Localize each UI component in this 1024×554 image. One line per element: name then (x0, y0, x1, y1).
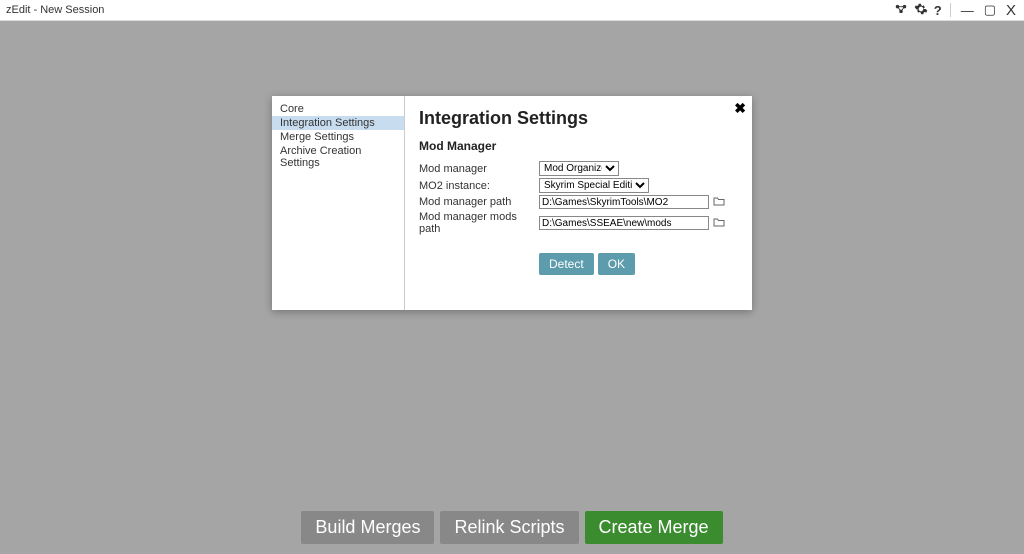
titlebar-controls: ? — ▢ X (894, 2, 1018, 19)
row-mo2-instance: MO2 instance: Skyrim Special Edition NEW (419, 178, 738, 193)
row-mod-manager: Mod manager Mod Organizer 2 (419, 161, 738, 176)
settings-sidebar: Core Integration Settings Merge Settings… (272, 96, 405, 310)
extensions-icon[interactable] (894, 2, 908, 19)
ok-button[interactable]: OK (598, 253, 635, 275)
separator (950, 3, 951, 17)
button-row: Detect OK (539, 253, 738, 275)
detect-button[interactable]: Detect (539, 253, 594, 275)
sidebar-item-merge[interactable]: Merge Settings (272, 130, 404, 144)
mods-path-label: Mod manager mods path (419, 211, 539, 235)
section-title: Mod Manager (419, 139, 738, 153)
settings-content: Integration Settings Mod Manager Mod man… (405, 96, 752, 310)
row-manager-path: Mod manager path (419, 195, 738, 209)
settings-modal: ✖ Core Integration Settings Merge Settin… (272, 96, 752, 310)
close-icon[interactable]: ✖ (734, 100, 746, 117)
folder-icon[interactable] (713, 196, 725, 209)
sidebar-item-integration[interactable]: Integration Settings (272, 116, 404, 130)
app-title: zEdit - New Session (6, 4, 894, 16)
folder-icon[interactable] (713, 217, 725, 230)
gear-icon[interactable] (914, 2, 928, 19)
mo2-instance-select[interactable]: Skyrim Special Edition NEW (539, 178, 649, 193)
bottom-bar: Build Merges Relink Scripts Create Merge (0, 504, 1024, 554)
titlebar: zEdit - New Session ? — ▢ X (0, 0, 1024, 21)
build-merges-button[interactable]: Build Merges (301, 511, 434, 544)
relink-scripts-button[interactable]: Relink Scripts (440, 511, 578, 544)
mo2-instance-label: MO2 instance: (419, 180, 539, 192)
sidebar-item-core[interactable]: Core (272, 102, 404, 116)
sidebar-item-archive[interactable]: Archive Creation Settings (272, 144, 404, 170)
close-window-button[interactable]: X (1004, 2, 1018, 19)
settings-title: Integration Settings (419, 108, 738, 129)
row-mods-path: Mod manager mods path (419, 211, 738, 235)
minimize-button[interactable]: — (959, 3, 976, 18)
manager-path-label: Mod manager path (419, 196, 539, 208)
main-area: ✖ Core Integration Settings Merge Settin… (0, 21, 1024, 504)
mod-manager-label: Mod manager (419, 163, 539, 175)
help-icon[interactable]: ? (934, 3, 942, 18)
manager-path-input[interactable] (539, 195, 709, 209)
mod-manager-select[interactable]: Mod Organizer 2 (539, 161, 619, 176)
maximize-button[interactable]: ▢ (982, 2, 998, 18)
mods-path-input[interactable] (539, 216, 709, 230)
create-merge-button[interactable]: Create Merge (585, 511, 723, 544)
